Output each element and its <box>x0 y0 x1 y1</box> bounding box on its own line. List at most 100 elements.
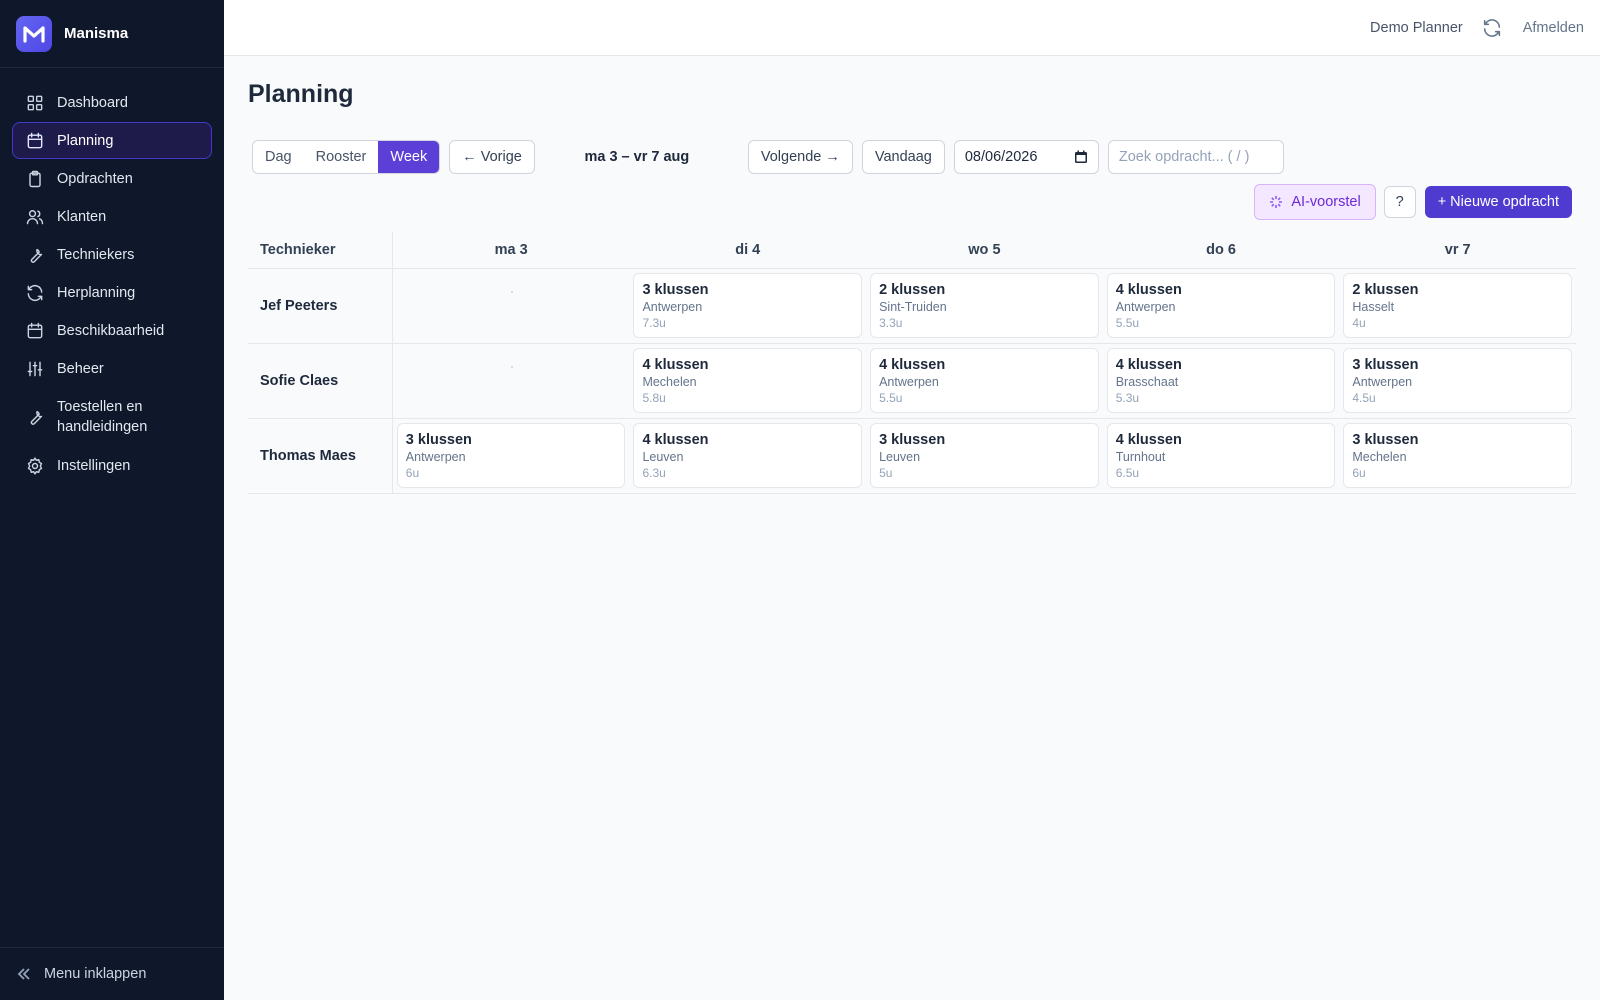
day-summary-card[interactable]: 3 klussen Leuven 5u <box>870 423 1099 488</box>
ai-suggestion-button[interactable]: AI-voorstel <box>1254 184 1376 220</box>
job-city: Brasschaat <box>1115 375 1179 389</box>
wrench-icon <box>25 245 45 265</box>
job-hours: 5u <box>879 466 893 480</box>
day-summary-card[interactable]: 4 klussen Antwerpen 5.5u <box>870 348 1099 413</box>
date-picker-input[interactable]: 08/06/2026 <box>953 140 1099 174</box>
job-city: Leuven <box>642 450 684 464</box>
day-cell: 3 klussen Leuven 5u <box>866 419 1103 493</box>
sidebar-item-label: Planning <box>57 132 114 149</box>
job-city: Turnhout <box>1115 450 1166 464</box>
calendar-icon[interactable] <box>1074 150 1088 164</box>
calendar-icon <box>25 321 45 341</box>
sidebar-item-techniekers[interactable]: Techniekers <box>12 236 212 273</box>
sidebar-item-planning[interactable]: Planning <box>12 122 212 159</box>
job-count: 3 klussen <box>879 432 946 448</box>
next-button[interactable]: Volgende → <box>747 140 853 174</box>
day-summary-card[interactable]: 4 klussen Mechelen 5.8u <box>633 348 863 413</box>
logout-link[interactable]: Afmelden <box>1523 20 1584 36</box>
technician-name: Thomas Maes <box>248 419 393 493</box>
job-city: Sint-Truiden <box>879 300 947 314</box>
ai-suggestion-label: AI-voorstel <box>1291 194 1361 210</box>
day-summary-card[interactable]: 4 klussen Brasschaat 5.3u <box>1106 348 1336 413</box>
job-hours: 4.5u <box>1352 391 1376 405</box>
sidebar-item-label: Opdrachten <box>57 170 133 187</box>
empty-day-cell[interactable] <box>393 269 630 343</box>
previous-button[interactable]: ← Vorige <box>449 140 535 174</box>
grid-icon <box>25 93 45 113</box>
job-hours: 6u <box>405 466 420 480</box>
sidebar-item-opdrachten[interactable]: Opdrachten <box>12 160 212 197</box>
day-summary-card[interactable]: 2 klussen Hasselt 4u <box>1343 273 1572 338</box>
sidebar-item-toestellen[interactable]: Toestellen en handleidingen <box>12 388 212 446</box>
day-cell: 4 klussen Leuven 6.3u <box>629 419 866 493</box>
job-hours: 7.3u <box>642 316 666 330</box>
job-count: 4 klussen <box>642 357 709 373</box>
day-column-header: do 6 <box>1206 242 1236 258</box>
technician-row: Thomas Maes 3 klussen Antwerpen 6u 4 kluss… <box>248 419 1576 494</box>
help-button[interactable]: ? <box>1383 186 1416 218</box>
job-hours: 5.8u <box>642 391 666 405</box>
day-summary-card[interactable]: 3 klussen Antwerpen 7.3u <box>633 273 863 338</box>
sidebar-item-herplanning[interactable]: Herplanning <box>12 274 212 311</box>
day-summary-card[interactable]: 4 klussen Turnhout 6.5u <box>1106 423 1336 488</box>
chevrons-left-icon <box>17 968 30 980</box>
sidebar-item-instellingen[interactable]: Instellingen <box>12 447 212 484</box>
day-summary-card[interactable]: 4 klussen Leuven 6.3u <box>633 423 863 488</box>
brand[interactable]: Manisma <box>0 0 224 68</box>
day-cell: 3 klussen Mechelen 6u <box>1339 419 1576 493</box>
view-week-button[interactable]: Week <box>378 141 440 173</box>
sliders-icon <box>25 359 45 379</box>
job-city: Antwerpen <box>1115 300 1176 314</box>
topbar: Demo Planner Afmelden <box>224 0 1600 56</box>
sidebar-item-dashboard[interactable]: Dashboard <box>12 84 212 121</box>
day-summary-card[interactable]: 3 klussen Antwerpen 6u <box>396 423 626 488</box>
sidebar-item-label: Instellingen <box>57 457 131 474</box>
job-city: Antwerpen <box>405 450 466 464</box>
job-hours: 4u <box>1352 316 1366 330</box>
job-count: 4 klussen <box>642 432 709 448</box>
sidebar-item-label: Beschikbaarheid <box>57 322 165 339</box>
view-day-button[interactable]: Dag <box>253 141 304 173</box>
planning-toolbar: Dag Rooster Week ← Vorige ma 3 – vr 7 au… <box>252 140 1284 174</box>
sidebar-nav: Dashboard Planning Opdrachten Klanten Te… <box>0 68 224 484</box>
day-summary-card[interactable]: 3 klussen Antwerpen 4.5u <box>1343 348 1572 413</box>
sidebar-item-label: Klanten <box>57 208 107 225</box>
job-city: Antwerpen <box>879 375 939 389</box>
job-count: 3 klussen <box>642 282 709 298</box>
day-cell: 4 klussen Antwerpen 5.5u <box>1103 269 1340 343</box>
day-cell: 4 klussen Brasschaat 5.3u <box>1103 344 1340 418</box>
day-cell: 4 klussen Turnhout 6.5u <box>1103 419 1340 493</box>
day-summary-card[interactable]: 2 klussen Sint-Truiden 3.3u <box>870 273 1099 338</box>
day-column-header: di 4 <box>735 242 761 258</box>
sidebar-item-label: Beheer <box>57 360 104 377</box>
view-rooster-button[interactable]: Rooster <box>304 141 379 173</box>
job-city: Mechelen <box>642 375 697 389</box>
sidebar-item-klanten[interactable]: Klanten <box>12 198 212 235</box>
wrench-icon <box>25 407 45 427</box>
today-button[interactable]: Vandaag <box>861 140 945 174</box>
day-column-header: vr 7 <box>1444 242 1471 258</box>
page-title: Planning <box>248 80 354 108</box>
sidebar-item-label: Techniekers <box>57 246 135 263</box>
job-count: 4 klussen <box>879 357 946 373</box>
day-summary-card[interactable]: 4 klussen Antwerpen 5.5u <box>1106 273 1336 338</box>
job-hours: 3.3u <box>879 316 903 330</box>
job-count: 4 klussen <box>1115 432 1182 448</box>
sidebar-item-beheer[interactable]: Beheer <box>12 350 212 387</box>
sidebar-item-label: Toestellen en handleidingen <box>57 399 148 435</box>
sidebar: Manisma Dashboard Planning Opdrachten Kl… <box>0 0 224 1000</box>
day-cell: 3 klussen Antwerpen 4.5u <box>1339 344 1576 418</box>
new-assignment-button[interactable]: + Nieuwe opdracht <box>1424 186 1572 218</box>
view-switcher: Dag Rooster Week <box>252 140 441 174</box>
job-count: 2 klussen <box>1352 282 1419 298</box>
search-input[interactable] <box>1107 140 1284 174</box>
day-summary-card[interactable]: 3 klussen Mechelen 6u <box>1343 423 1572 488</box>
sidebar-item-beschikbaarheid[interactable]: Beschikbaarheid <box>12 312 212 349</box>
main-content: Planning Dag Rooster Week ← Vorige ma 3 … <box>224 56 1600 1000</box>
refresh-icon <box>25 283 45 303</box>
sparkle-loader-icon <box>1270 196 1283 208</box>
empty-day-cell[interactable] <box>393 344 630 418</box>
collapse-menu-button[interactable]: Menu inklappen <box>0 947 224 1000</box>
refresh-icon[interactable] <box>1481 17 1503 39</box>
day-cell: 2 klussen Sint-Truiden 3.3u <box>866 269 1103 343</box>
